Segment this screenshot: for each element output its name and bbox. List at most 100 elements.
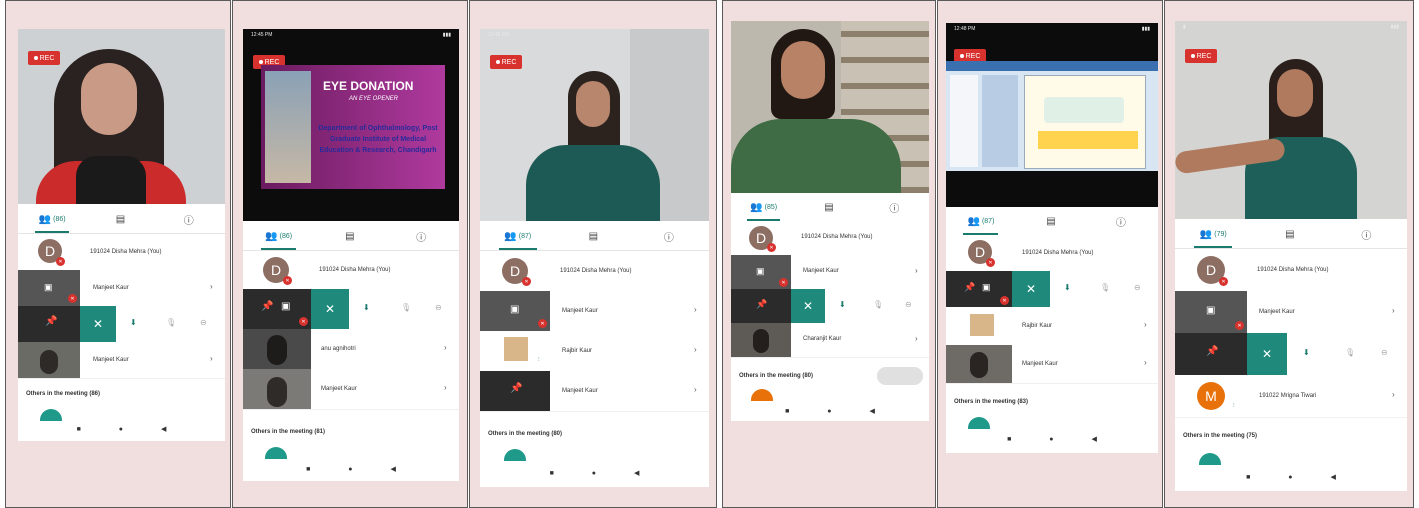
chevron-right-icon[interactable]: › [1144, 320, 1147, 329]
tab-chat[interactable]: ▤ [556, 222, 632, 250]
recents-icon[interactable]: ■ [77, 426, 81, 433]
recents-icon[interactable]: ■ [785, 408, 789, 415]
info-icon: ⓘ [416, 232, 427, 244]
tab-chat[interactable]: ▤ [1252, 220, 1329, 248]
tab-people[interactable]: 👥 (85) [731, 193, 796, 221]
participant-row[interactable]: ▣ ✕ Manjeet Kaur › [1175, 291, 1407, 334]
close-controls-button[interactable]: ✕ [791, 289, 825, 323]
close-controls-button[interactable]: ✕ [311, 289, 349, 329]
participant-row[interactable]: ▣ ✕ Manjeet Kaur › [480, 291, 709, 332]
participant-row-self[interactable]: D ✕ 191024 Disha Mehra (You) [243, 251, 459, 290]
pin-icon[interactable]: ⬇ [1064, 283, 1071, 292]
participant-name: anu agnihotri [321, 346, 356, 352]
home-icon[interactable]: ● [592, 470, 596, 477]
tab-people[interactable]: 👥 (86) [243, 222, 314, 250]
mute-icon[interactable]: 🎙 [1345, 348, 1355, 357]
home-icon[interactable]: ● [119, 426, 123, 433]
participant-row-self[interactable]: D ✕ 191024 Disha Mehra (You) [18, 234, 225, 271]
home-icon[interactable]: ● [1288, 474, 1292, 481]
mute-icon[interactable]: 🎙 [1100, 283, 1110, 292]
close-controls-button[interactable]: ✕ [1012, 271, 1050, 307]
chevron-right-icon[interactable]: › [915, 334, 918, 343]
recents-icon[interactable]: ■ [1007, 436, 1011, 443]
recents-icon[interactable]: ■ [1246, 474, 1250, 481]
remove-icon[interactable]: ⊖ [1381, 348, 1388, 357]
tab-info[interactable]: ⓘ [386, 222, 457, 250]
tab-people[interactable]: 👥 (86) [18, 205, 86, 233]
home-icon[interactable]: ● [348, 466, 352, 473]
recents-icon[interactable]: ■ [550, 470, 554, 477]
chevron-right-icon[interactable]: › [694, 305, 697, 314]
close-controls-button[interactable]: ✕ [80, 306, 116, 342]
remove-icon[interactable]: ⊖ [435, 303, 442, 312]
tab-info[interactable]: ⓘ [862, 193, 927, 221]
chevron-right-icon[interactable]: › [694, 385, 697, 394]
chevron-right-icon[interactable]: › [444, 343, 447, 352]
chevron-right-icon[interactable]: › [1144, 358, 1147, 367]
mute-icon[interactable]: 🎙 [166, 318, 176, 327]
participant-row[interactable]: ▣ ✕ Manjeet Kaur › [18, 270, 225, 307]
participant-row-self[interactable]: D ✕ 191024 Disha Mehra (You) [480, 251, 709, 292]
tab-chat[interactable]: ▤ [314, 222, 385, 250]
pin-icon[interactable]: ⬇ [1303, 348, 1310, 357]
chevron-right-icon[interactable]: › [444, 383, 447, 392]
remove-icon[interactable]: ⊖ [1134, 283, 1141, 292]
recents-icon[interactable]: ■ [306, 466, 310, 473]
close-controls-button[interactable]: ✕ [1247, 333, 1287, 375]
participant-row[interactable]: M ⫶ 191022 Mrigna Tiwari › [1175, 375, 1407, 418]
participant-row[interactable]: ⫶ Rajbir Kaur › [480, 331, 709, 372]
shared-slide [946, 61, 1158, 171]
pinned-thumbnail: 📌 [480, 371, 550, 411]
mute-icon[interactable]: 🎙 [873, 300, 883, 309]
remove-icon[interactable]: ⊖ [905, 300, 912, 309]
tab-chat[interactable]: ▤ [796, 193, 861, 221]
participant-row[interactable]: Manjeet Kaur › [18, 342, 225, 379]
back-icon[interactable]: ◀ [1331, 473, 1336, 481]
chevron-right-icon[interactable]: › [1392, 306, 1395, 315]
back-icon[interactable]: ◀ [634, 469, 639, 477]
pin-icon[interactable]: ⬇ [130, 318, 137, 327]
back-icon[interactable]: ◀ [1092, 435, 1097, 443]
participant-row[interactable]: Rajbir Kaur › [946, 307, 1158, 346]
chevron-right-icon[interactable]: › [1392, 390, 1395, 399]
participant-row[interactable]: anu agnihotri › [243, 329, 459, 370]
participant-row-self[interactable]: D ✕ 191024 Disha Mehra (You) [1175, 249, 1407, 292]
tab-chat[interactable]: ▤ [86, 205, 154, 233]
home-icon[interactable]: ● [827, 408, 831, 415]
speaker-video: 12:46 PM▮▮▮ REC [480, 29, 709, 221]
home-icon[interactable]: ● [1049, 436, 1053, 443]
chevron-right-icon[interactable]: › [915, 266, 918, 275]
back-icon[interactable]: ◀ [870, 407, 875, 415]
chevron-right-icon[interactable]: › [694, 345, 697, 354]
mute-icon[interactable]: 🎙 [401, 303, 411, 312]
tab-info[interactable]: ⓘ [631, 222, 707, 250]
chevron-right-icon[interactable]: › [210, 354, 213, 363]
signal-icon: ▮▮▮ [442, 32, 451, 38]
pin-icon: 📌 [45, 316, 58, 327]
participants-tabs: 👥 (86) ▤ ⓘ [18, 205, 225, 234]
participant-row-self[interactable]: D ✕ 191024 Disha Mehra (You) [946, 235, 1158, 272]
android-nav-bar: ■ ● ◀ [480, 465, 709, 481]
pill-button[interactable] [877, 367, 923, 385]
participant-row-self[interactable]: D ✕ 191024 Disha Mehra (You) [731, 221, 929, 256]
remove-icon[interactable]: ⊖ [200, 318, 207, 327]
people-icon: 👥 [38, 213, 52, 225]
pin-icon[interactable]: ⬇ [363, 303, 370, 312]
back-icon[interactable]: ◀ [161, 425, 166, 433]
chevron-right-icon[interactable]: › [210, 282, 213, 291]
tab-info[interactable]: ⓘ [1328, 220, 1405, 248]
tab-people[interactable]: 👥 (87) [946, 207, 1016, 235]
tab-chat[interactable]: ▤ [1016, 207, 1086, 235]
tab-info[interactable]: ⓘ [155, 205, 223, 233]
slide-photo [265, 71, 311, 183]
tab-people[interactable]: 👥 (87) [480, 222, 556, 250]
back-icon[interactable]: ◀ [391, 465, 396, 473]
tab-people[interactable]: 👥 (79) [1175, 220, 1252, 248]
participant-row[interactable]: Manjeet Kaur › [243, 369, 459, 410]
tab-info[interactable]: ⓘ [1086, 207, 1156, 235]
participant-row[interactable]: Charanjit Kaur › [731, 323, 929, 358]
participant-row[interactable]: ▣ ✕ Manjeet Kaur › [731, 255, 929, 290]
pin-icon[interactable]: ⬇ [839, 300, 846, 309]
participant-row[interactable]: Manjeet Kaur › [946, 345, 1158, 384]
participant-row[interactable]: 📌 Manjeet Kaur › [480, 371, 709, 412]
